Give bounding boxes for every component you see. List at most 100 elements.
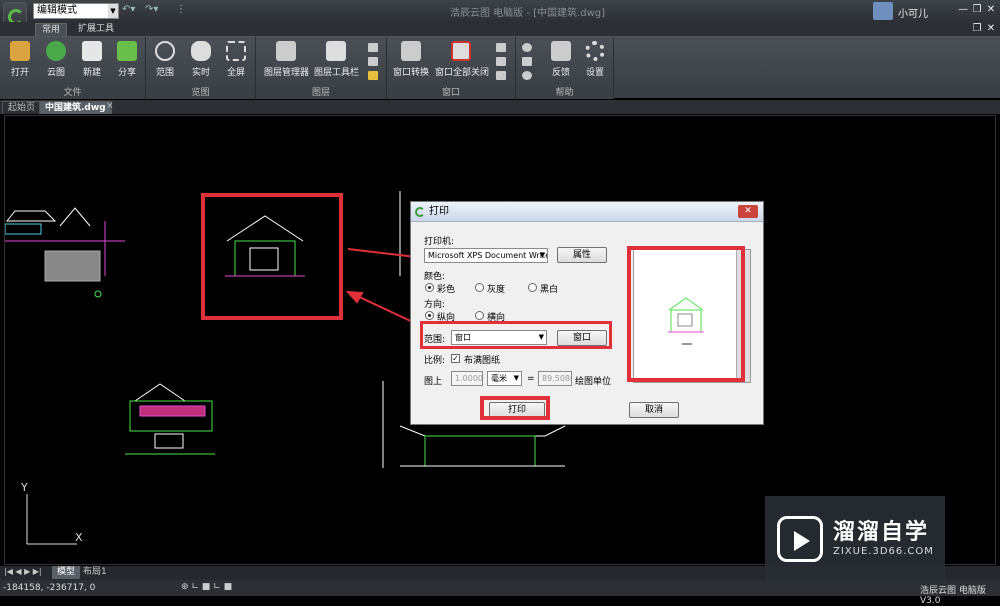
orientation-radio-portrait[interactable] — [425, 311, 434, 320]
layer-tool-1-icon[interactable] — [368, 43, 378, 52]
settings-button[interactable]: 设置 — [578, 41, 612, 78]
fullscreen-icon — [226, 41, 246, 61]
properties-button[interactable]: 属性 — [557, 247, 607, 263]
hand-icon — [191, 41, 211, 61]
paper-value-input[interactable]: 1.0000 — [451, 371, 483, 386]
app-version: 浩辰云图 电脑版 V3.0 — [920, 586, 986, 606]
mode-dropdown-value: 编辑模式 — [37, 5, 77, 16]
close-tab-icon[interactable]: × — [106, 101, 114, 111]
drawing-value-input[interactable]: 89.5080 — [538, 371, 572, 386]
info-icon[interactable] — [522, 43, 532, 52]
feedback-button[interactable]: 反馈 — [544, 41, 578, 78]
unit-select[interactable]: 毫米 ▼ — [487, 371, 522, 386]
user-name[interactable]: 小可儿 — [898, 5, 928, 20]
color-radio-gray[interactable] — [475, 283, 484, 292]
svg-text:Y: Y — [20, 481, 28, 494]
group-layer: 图层管理器 图层工具栏 图层 — [256, 37, 387, 99]
highlight-box-preview — [627, 246, 745, 382]
layer-manager-icon — [276, 41, 296, 61]
group-window-label: 窗口 — [387, 87, 515, 99]
on-paper-label: 图上 — [424, 377, 443, 387]
dialog-title-bar: 打印 ✕ — [411, 202, 763, 222]
color-radio-full[interactable] — [425, 283, 434, 292]
fit-to-paper-checkbox[interactable]: ✓ — [451, 354, 460, 363]
close-windows-icon — [451, 41, 471, 61]
drawing-unit-label: 绘图单位 — [575, 377, 612, 387]
minimize-icon[interactable]: — — [956, 3, 970, 17]
open-button[interactable]: 打开 — [3, 41, 37, 78]
color-option-gray: 灰度 — [487, 285, 506, 295]
tile-horizontal-icon[interactable] — [496, 57, 506, 66]
tab-layout1[interactable]: 布局1 — [78, 566, 112, 579]
group-layer-label: 图层 — [256, 87, 386, 99]
ucs-axis-icon: Y X — [20, 481, 83, 545]
tab-drawing[interactable]: 中国建筑.dwg — [39, 101, 112, 114]
window-switch-icon — [401, 41, 421, 61]
color-option-bw: 黑白 — [540, 285, 559, 295]
layer-tool-2-icon[interactable] — [368, 57, 378, 66]
cloud-button[interactable]: 云图 — [39, 41, 73, 78]
dialog-close-button[interactable]: ✕ — [738, 205, 758, 218]
cancel-button[interactable]: 取消 — [629, 402, 679, 418]
redo-icon[interactable]: ↷▾ — [145, 4, 158, 15]
watermark-url: ZIXUE.3D66.COM — [833, 546, 934, 557]
highlight-box-range — [420, 321, 612, 349]
pavilion-drawing-bottom — [125, 383, 215, 455]
ribbon-tab-row: 常用 扩展工具 ❐ ✕ — [0, 22, 1000, 36]
layer-manager-button[interactable]: 图层管理器 — [264, 41, 309, 78]
group-window: 窗口转换 窗口全部关闭 窗口 — [387, 37, 516, 99]
layer-tool-3-icon[interactable] — [368, 71, 378, 80]
window-switch-button[interactable]: 窗口转换 — [391, 41, 431, 78]
color-radio-bw[interactable] — [528, 283, 537, 292]
chevron-down-icon: ▼ — [513, 374, 519, 382]
fullscreen-button[interactable]: 全屏 — [219, 41, 253, 78]
grid-icon[interactable] — [522, 57, 532, 66]
undo-icon[interactable]: ↶▾ — [122, 4, 135, 15]
highlight-box-print — [480, 396, 550, 420]
new-file-icon — [82, 41, 102, 61]
watermark-badge: 溜溜自学 ZIXUE.3D66.COM — [765, 496, 945, 580]
dialog-title: 打印 — [429, 206, 449, 217]
maximize-icon[interactable]: ❐ — [970, 3, 984, 17]
printer-select[interactable]: Microsoft XPS Document Writer ▼ — [424, 248, 548, 263]
open-icon — [10, 41, 30, 61]
tab-common[interactable]: 常用 — [35, 23, 68, 36]
user-avatar-icon[interactable] — [873, 2, 893, 20]
watermark-title: 溜溜自学 — [833, 520, 930, 545]
chevron-down-icon[interactable]: ▼ — [108, 4, 118, 18]
new-button[interactable]: 新建 — [75, 41, 109, 78]
mode-dropdown[interactable]: 编辑模式 ▼ — [33, 3, 119, 19]
tile-vertical-icon[interactable] — [496, 43, 506, 52]
pavilion-drawing-left — [5, 207, 125, 298]
orientation-label: 方向: — [424, 300, 446, 310]
close-doc-icon[interactable]: ✕ — [984, 22, 998, 36]
svg-text:X: X — [75, 531, 83, 544]
range-button[interactable]: 范围 — [148, 41, 182, 78]
share-icon — [117, 41, 137, 61]
tab-model[interactable]: 模型 — [52, 566, 81, 579]
quick-access-menu-icon[interactable]: ⋮ — [176, 4, 186, 15]
sheet-nav-icons[interactable]: |◀ ◀ ▶ ▶| — [4, 567, 42, 576]
group-file: 打开 云图 新建 分享 文件 — [0, 37, 146, 99]
cascade-icon[interactable] — [496, 71, 506, 80]
group-view-label: 览图 — [146, 87, 255, 99]
zoom-range-icon — [155, 41, 175, 61]
restore-doc-icon[interactable]: ❐ — [970, 22, 984, 36]
close-icon[interactable]: ✕ — [984, 3, 998, 17]
close-all-windows-button[interactable]: 窗口全部关闭 — [435, 41, 489, 78]
ribbon: 打开 云图 新建 分享 文件 范围 实时 全屏 览图 图层管理器 图层工具栏 图… — [0, 36, 1000, 99]
cloud-icon — [46, 41, 66, 61]
app-logo-icon — [415, 207, 425, 217]
realtime-button[interactable]: 实时 — [184, 41, 218, 78]
snap-toggle-icons[interactable]: ⊕ ∟ ■ ∟ ■ — [181, 582, 232, 592]
layer-toolbar-button[interactable]: 图层工具栏 — [314, 41, 359, 78]
share-button[interactable]: 分享 — [110, 41, 144, 78]
orientation-radio-landscape[interactable] — [475, 311, 484, 320]
tab-start-page[interactable]: 起始页 — [2, 101, 42, 114]
tab-extend-tools[interactable]: 扩展工具 — [72, 23, 120, 36]
chevron-down-icon: ▼ — [539, 251, 545, 259]
group-file-label: 文件 — [0, 87, 145, 99]
group-view: 范围 实时 全屏 览图 — [146, 37, 256, 99]
help-icon[interactable] — [522, 71, 532, 80]
layer-stack-icon — [326, 41, 346, 61]
